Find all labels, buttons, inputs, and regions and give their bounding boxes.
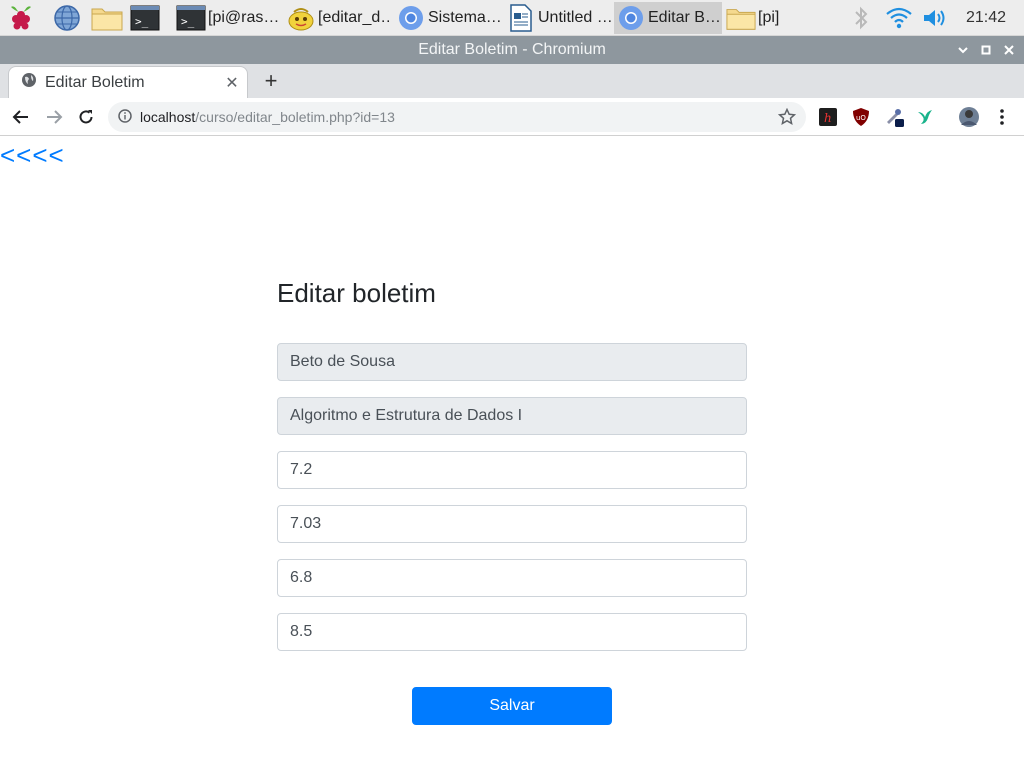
reload-icon[interactable] — [72, 103, 100, 131]
terminal-icon[interactable]: >_ — [130, 3, 160, 33]
profile-avatar[interactable] — [958, 106, 980, 128]
grade3-field[interactable] — [277, 559, 747, 597]
terminal-icon: >_ — [176, 4, 206, 32]
back-arrow-icon[interactable] — [7, 103, 35, 131]
taskbar-item-chromium-sistema[interactable]: Sistema… — [394, 2, 502, 34]
taskbar-item-label: Editar B… — [648, 9, 721, 26]
ublock-shield-icon[interactable]: uO — [850, 106, 872, 128]
window-title: Editar Boletim - Chromium — [418, 41, 606, 58]
grade1-field[interactable] — [277, 451, 747, 489]
close-icon[interactable] — [998, 36, 1020, 64]
bluetooth-icon[interactable] — [846, 3, 876, 33]
page-title: Editar boletim — [277, 278, 436, 308]
taskbar: >_ >_ [pi@ras… [editar_d… Sistema… Untit… — [0, 0, 1024, 36]
taskbar-item-label: [editar_d… — [318, 9, 392, 26]
taskbar-item-terminal[interactable]: >_ [pi@ras… — [174, 2, 282, 34]
raspberry-menu-icon[interactable] — [6, 3, 36, 33]
chromium-icon — [396, 4, 426, 32]
extension-h-icon[interactable]: h — [817, 106, 839, 128]
bird-extension-icon[interactable] — [914, 106, 936, 128]
eyedropper-extension-icon[interactable] — [883, 106, 905, 128]
tab-title: Editar Boletim — [45, 73, 145, 91]
taskbar-item-label: Untitled … — [538, 9, 612, 26]
svg-text:uO: uO — [856, 114, 866, 122]
tab-close-icon[interactable]: ✕ — [219, 73, 245, 93]
url-path: /curso/editar_boletim.php?id=13 — [195, 109, 395, 125]
taskbar-item-label: [pi] — [758, 9, 780, 26]
svg-text:h: h — [824, 111, 832, 125]
globe-icon — [21, 72, 37, 93]
student-name-field[interactable] — [277, 343, 747, 381]
new-tab-icon[interactable]: + — [258, 68, 284, 94]
info-icon[interactable] — [118, 108, 132, 126]
taskbar-item-writer[interactable]: Untitled … — [504, 2, 612, 34]
grade4-field[interactable] — [277, 613, 747, 651]
grade2-field[interactable] — [277, 505, 747, 543]
tab-strip: Editar Boletim ✕ + — [0, 64, 1024, 98]
folder-icon — [726, 4, 756, 32]
taskbar-item-folder-pi[interactable]: [pi] — [724, 2, 810, 34]
chromium-icon — [616, 4, 646, 32]
wifi-icon[interactable] — [884, 3, 914, 33]
address-bar[interactable]: localhost/curso/editar_boletim.php?id=13 — [108, 102, 806, 132]
tab-editar-boletim[interactable]: Editar Boletim ✕ — [8, 66, 248, 98]
svg-text:>_: >_ — [181, 15, 195, 28]
maximize-icon[interactable] — [975, 36, 997, 64]
file-manager-icon[interactable] — [90, 3, 124, 33]
save-button[interactable]: Salvar — [412, 687, 612, 725]
url-host: localhost — [140, 109, 196, 125]
taskbar-item-label: Sistema… — [428, 9, 502, 26]
volume-icon[interactable] — [920, 3, 950, 33]
svg-text:>_: >_ — [135, 15, 149, 28]
web-browser-icon[interactable] — [52, 3, 82, 33]
browser-toolbar: localhost/curso/editar_boletim.php?id=13… — [0, 98, 1024, 136]
clock[interactable]: 21:42 — [966, 9, 1006, 27]
forward-arrow-icon[interactable] — [40, 103, 68, 131]
subject-field[interactable] — [277, 397, 747, 435]
text-editor-icon — [286, 4, 316, 32]
minimize-icon[interactable] — [952, 36, 974, 64]
bookmark-star-icon[interactable] — [777, 107, 797, 129]
taskbar-item-chromium-editar[interactable]: Editar B… — [614, 2, 722, 34]
window-titlebar[interactable]: Editar Boletim - Chromium — [0, 36, 1024, 64]
menu-kebab-icon[interactable] — [991, 106, 1013, 128]
taskbar-item-label: [pi@ras… — [208, 9, 280, 26]
edit-boletim-form: Editar boletim — [277, 270, 747, 316]
taskbar-item-text-editor[interactable]: [editar_d… — [284, 2, 392, 34]
writer-document-icon — [506, 4, 536, 32]
back-link[interactable]: <<<< — [0, 140, 65, 171]
